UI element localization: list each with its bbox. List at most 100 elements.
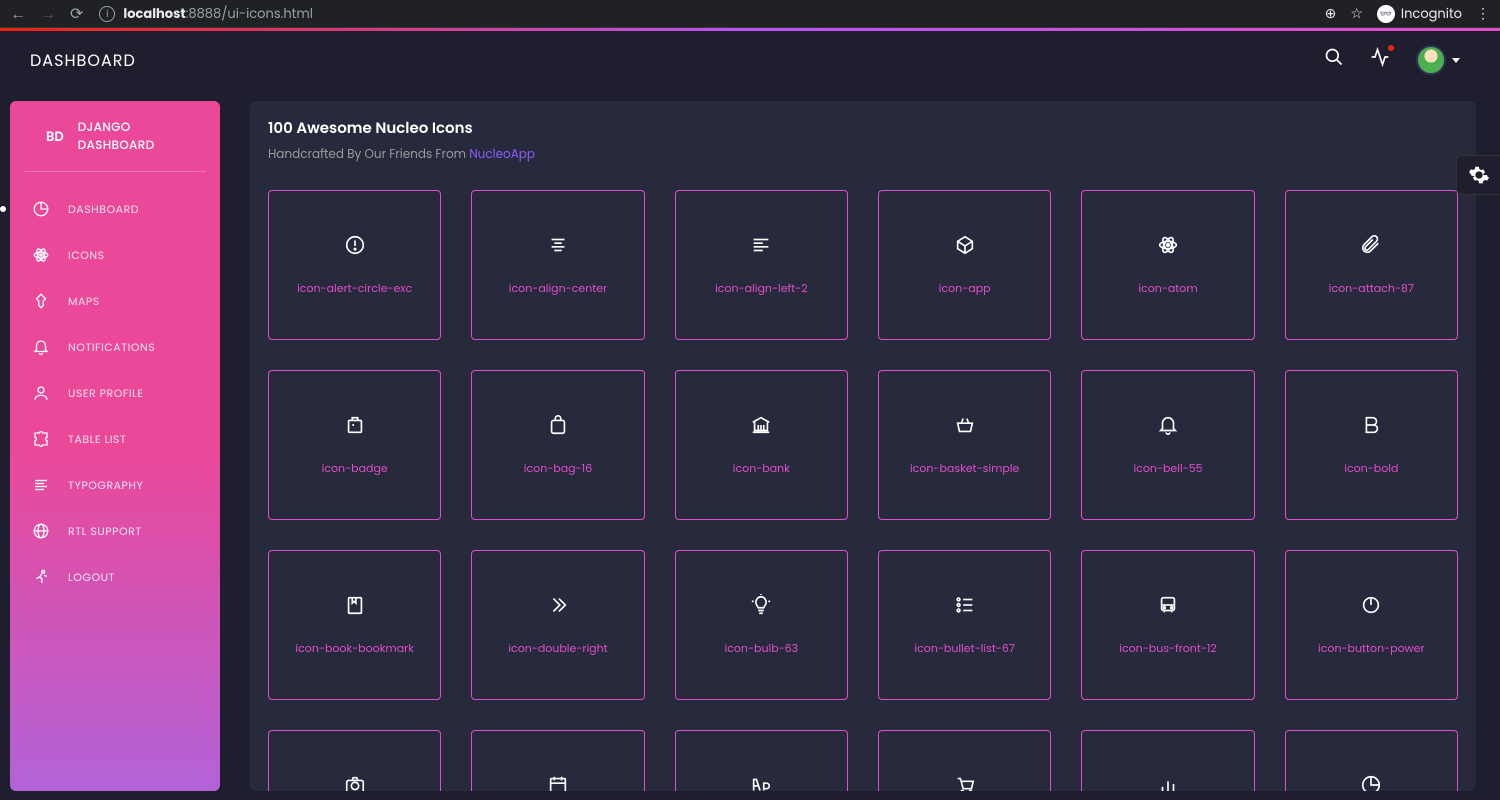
icons-card: 100 Awesome Nucleo Icons Handcrafted By … — [250, 101, 1476, 791]
omnibox[interactable]: i localhost:8888/ui-icons.html — [99, 4, 1308, 24]
icon-tile-icon-bell-55[interactable]: icon-bell-55 — [1081, 370, 1254, 520]
cart-icon — [954, 774, 976, 792]
sidebar-item-label: TABLE LIST — [68, 431, 126, 448]
icon-label: icon-bulb-63 — [724, 640, 798, 657]
gear-icon — [1468, 164, 1490, 186]
alert-icon — [344, 234, 366, 256]
bank-icon — [750, 414, 772, 436]
sidebar: BD DJANGO DASHBOARD DASHBOARD ICONS MAPS NO… — [10, 101, 220, 791]
forward-icon[interactable]: → — [40, 1, 56, 26]
align-center-icon — [547, 234, 569, 256]
icon-tile-icon-book-bookmark[interactable]: icon-book-bookmark — [268, 550, 441, 700]
star-icon[interactable]: ☆ — [1350, 3, 1363, 24]
atom-icon — [1157, 234, 1179, 256]
icon-tile-icon-alert-circle-exc[interactable]: icon-alert-circle-exc — [268, 190, 441, 340]
icon-tile-icon-align-left-2[interactable]: icon-align-left-2 — [675, 190, 848, 340]
icon-tile-icon-basket-simple[interactable]: icon-basket-simple — [878, 370, 1051, 520]
sidebar-item-icons[interactable]: ICONS — [10, 232, 220, 278]
sidebar-item-label: TYPOGRAPHY — [68, 477, 143, 494]
bulb-icon — [750, 594, 772, 616]
icon-label: icon-bus-front-12 — [1119, 640, 1217, 657]
globe-icon — [32, 522, 50, 540]
icon-label: icon-button-power — [1318, 640, 1425, 657]
sidebar-item-dashboard[interactable]: DASHBOARD — [10, 186, 220, 232]
icon-label: icon-book-bookmark — [295, 640, 413, 657]
badge-icon — [344, 414, 366, 436]
power-icon — [1360, 594, 1382, 616]
sidebar-item-label: ICONS — [68, 247, 105, 264]
settings-button[interactable] — [1456, 155, 1500, 195]
icon-label: icon-attach-87 — [1329, 280, 1414, 297]
sidebar-item-notifications[interactable]: NOTIFICATIONS — [10, 324, 220, 370]
icon-tile-icon-chart-pie-36[interactable]: icon-chart-pie-36 — [1285, 730, 1458, 791]
chevron-down-icon — [1452, 58, 1460, 63]
icon-tile-icon-attach-87[interactable]: icon-attach-87 — [1285, 190, 1458, 340]
search-icon[interactable] — [1324, 47, 1344, 74]
browser-chrome: ← → ⟳ i localhost:8888/ui-icons.html ⊕ ☆… — [0, 0, 1500, 28]
sidebar-item-label: RTL SUPPORT — [68, 523, 142, 540]
user-menu[interactable] — [1416, 45, 1460, 75]
icon-label: icon-double-right — [508, 640, 607, 657]
avatar — [1416, 45, 1446, 75]
main: 100 Awesome Nucleo Icons Handcrafted By … — [220, 31, 1500, 800]
icon-tile-icon-chart-bar-32[interactable]: icon-chart-bar-32 — [1081, 730, 1254, 791]
atom-icon — [32, 246, 50, 264]
icon-tile-icon-button-power[interactable]: icon-button-power — [1285, 550, 1458, 700]
icon-tile-icon-bold[interactable]: icon-bold — [1285, 370, 1458, 520]
icon-tile-icon-double-right[interactable]: icon-double-right — [471, 550, 644, 700]
sidebar-item-table-list[interactable]: TABLE LIST — [10, 416, 220, 462]
run-icon — [32, 568, 50, 586]
list-icon — [954, 594, 976, 616]
kebab-icon[interactable]: ⋮ — [1476, 3, 1490, 24]
camera-icon — [344, 774, 366, 792]
sidebar-item-logout[interactable]: LOGOUT — [10, 554, 220, 600]
nucleo-link[interactable]: NucleoApp — [469, 146, 535, 163]
puzzle-icon — [32, 430, 50, 448]
align-icon — [32, 476, 50, 494]
icon-tile-icon-cart[interactable]: icon-cart — [878, 730, 1051, 791]
pie-icon — [1360, 774, 1382, 792]
icon-tile-icon-camera-18[interactable]: icon-camera-18 — [268, 730, 441, 791]
sidebar-item-maps[interactable]: MAPS — [10, 278, 220, 324]
pin-icon — [32, 292, 50, 310]
page-title: DASHBOARD — [30, 48, 136, 73]
icon-tile-icon-app[interactable]: icon-app — [878, 190, 1051, 340]
sidebar-brand[interactable]: BD DJANGO DASHBOARD — [24, 119, 206, 172]
icon-label: icon-atom — [1138, 280, 1197, 297]
icon-label: icon-alert-circle-exc — [297, 280, 412, 297]
icon-tile-icon-bag-16[interactable]: icon-bag-16 — [471, 370, 644, 520]
icon-label: icon-app — [939, 280, 991, 297]
sidebar-item-rtl-support[interactable]: RTL SUPPORT — [10, 508, 220, 554]
bell-icon — [1157, 414, 1179, 436]
sidebar-item-label: USER PROFILE — [68, 385, 144, 402]
icon-tile-icon-bulb-63[interactable]: icon-bulb-63 — [675, 550, 848, 700]
attach-icon — [1360, 234, 1382, 256]
chart-icon — [1157, 774, 1179, 792]
icon-tile-icon-align-center[interactable]: icon-align-center — [471, 190, 644, 340]
sidebar-item-label: MAPS — [68, 293, 100, 310]
pie-icon — [32, 200, 50, 218]
icon-label: icon-bullet-list-67 — [914, 640, 1015, 657]
zoom-icon[interactable]: ⊕ — [1325, 3, 1337, 24]
activity-icon[interactable] — [1370, 47, 1390, 74]
icon-tile-icon-bank[interactable]: icon-bank — [675, 370, 848, 520]
icon-tile-icon-bullet-list-67[interactable]: icon-bullet-list-67 — [878, 550, 1051, 700]
info-icon[interactable]: i — [99, 6, 115, 22]
incognito-badge: 👓Incognito — [1377, 4, 1462, 24]
icon-label: icon-bag-16 — [524, 460, 592, 477]
icon-label: icon-bold — [1344, 460, 1398, 477]
icon-label: icon-bell-55 — [1133, 460, 1202, 477]
icon-label: icon-align-center — [509, 280, 607, 297]
icon-tile-icon-badge[interactable]: icon-badge — [268, 370, 441, 520]
icon-tile-icon-atom[interactable]: icon-atom — [1081, 190, 1254, 340]
sidebar-item-typography[interactable]: TYPOGRAPHY — [10, 462, 220, 508]
icon-tile-icon-caps-small[interactable]: icon-caps-small — [675, 730, 848, 791]
back-icon[interactable]: ← — [10, 1, 26, 26]
icon-tile-icon-bus-front-12[interactable]: icon-bus-front-12 — [1081, 550, 1254, 700]
card-subtitle: Handcrafted By Our Friends From NucleoAp… — [268, 146, 1458, 164]
reload-icon[interactable]: ⟳ — [70, 1, 83, 26]
icon-tile-icon-calendar-60[interactable]: icon-calendar-60 — [471, 730, 644, 791]
card-title: 100 Awesome Nucleo Icons — [268, 117, 1458, 140]
sidebar-item-user-profile[interactable]: USER PROFILE — [10, 370, 220, 416]
sidebar-item-label: NOTIFICATIONS — [68, 339, 155, 356]
